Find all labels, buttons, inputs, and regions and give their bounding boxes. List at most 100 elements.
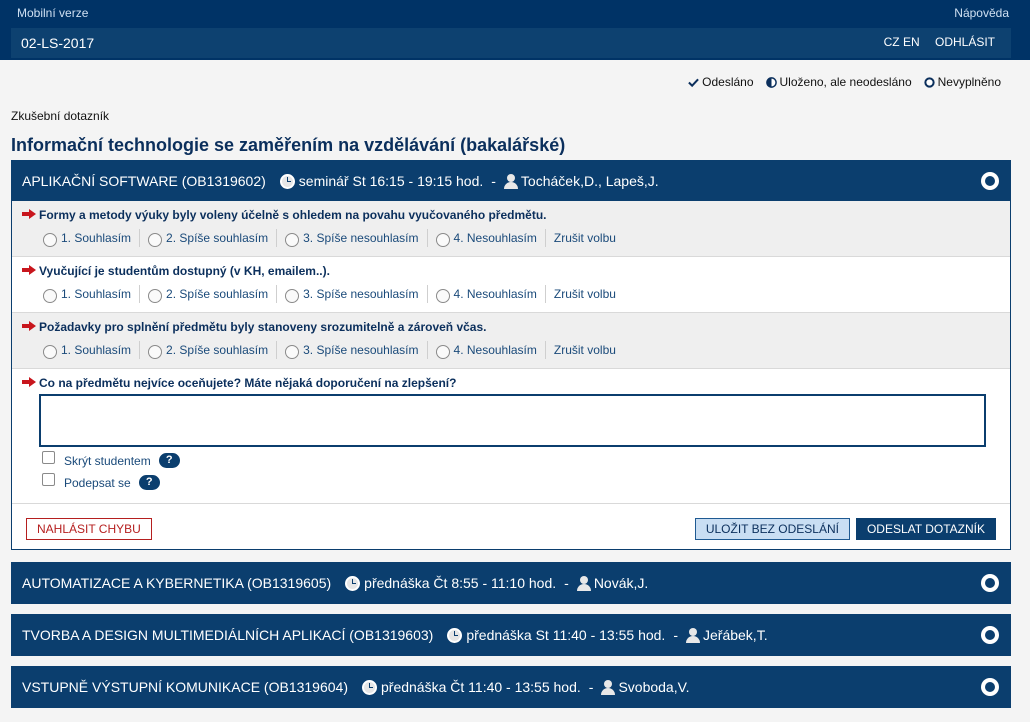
option-label: 3. Spíše nesouhlasím — [303, 343, 419, 357]
course-teachers: Svoboda,V. — [618, 679, 690, 695]
separator: - — [564, 575, 569, 591]
radio-button[interactable] — [43, 232, 57, 247]
course-card-4: VSTUPNĚ VÝSTUPNÍ KOMUNIKACE (OB1319604) … — [11, 666, 1011, 708]
option-label: 2. Spíše souhlasím — [166, 231, 269, 245]
person-icon — [601, 679, 616, 695]
hide-label: Skrýt studentem — [64, 453, 151, 468]
radio-button[interactable] — [285, 344, 300, 359]
answer-options: 1. Souhlasím 2. Spíše souhlasím 3. Spíše… — [43, 285, 632, 303]
radio-button[interactable] — [148, 344, 163, 359]
option-1[interactable]: 1. Souhlasím — [43, 285, 141, 303]
course-name: TVORBA A DESIGN MULTIMEDIÁLNÍCH APLIKACÍ… — [22, 627, 434, 643]
course-teachers: Tocháček,D., Lapeš,J. — [520, 173, 659, 189]
clock-icon — [447, 627, 463, 643]
course-header[interactable]: TVORBA A DESIGN MULTIMEDIÁLNÍCH APLIKACÍ… — [12, 615, 1010, 655]
form-actions: NAHLÁSIT CHYBU ULOŽIT BEZ ODESLÁNÍ ODESL… — [12, 504, 1010, 550]
option-3[interactable]: 3. Spíše nesouhlasím — [285, 285, 428, 303]
option-label: 2. Spíše souhlasím — [166, 343, 269, 357]
course-time: přednáška Čt 8:55 - 11:10 hod. — [364, 575, 557, 591]
status-empty-icon — [981, 626, 999, 644]
option-label: 1. Souhlasím — [61, 343, 132, 357]
option-label: 1. Souhlasím — [61, 231, 132, 245]
send-questionnaire-button[interactable]: ODESLAT DOTAZNÍK — [855, 518, 996, 540]
logout-link[interactable]: ODHLÁSIT — [935, 35, 995, 49]
option-2[interactable]: 2. Spíše souhlasím — [148, 285, 278, 303]
radio-button[interactable] — [43, 344, 57, 359]
radio-button[interactable] — [435, 232, 450, 247]
course-card-3: TVORBA A DESIGN MULTIMEDIÁLNÍCH APLIKACÍ… — [11, 614, 1011, 656]
legend-sent-label: Odesláno — [702, 75, 754, 89]
help-badge[interactable]: ? — [158, 453, 180, 468]
answer-options: 1. Souhlasím 2. Spíše souhlasím 3. Spíše… — [43, 341, 632, 359]
help-badge[interactable]: ? — [138, 475, 160, 490]
option-label: 3. Spíše nesouhlasím — [303, 287, 419, 301]
course-name: VSTUPNĚ VÝSTUPNÍ KOMUNIKACE (OB1319604) — [22, 679, 348, 695]
cancel-choice-link[interactable]: Zrušit volbu — [554, 229, 624, 247]
question-text: Co na předmětu nejvíce oceňujete? Máte n… — [39, 376, 457, 390]
top-bar: Mobilní verze Nápověda 02-LS-2017 CZ EN … — [0, 0, 1030, 60]
radio-button[interactable] — [435, 344, 450, 359]
cancel-choice-link[interactable]: Zrušit volbu — [554, 341, 624, 359]
option-4[interactable]: 4. Nesouhlasím — [435, 285, 546, 303]
half-circle-icon — [765, 76, 777, 88]
arrow-right-icon — [22, 321, 36, 331]
question-row: Formy a metody výuky byly voleny účelně … — [12, 201, 1010, 257]
separator: - — [673, 627, 678, 643]
separator: - — [588, 679, 594, 695]
option-3[interactable]: 3. Spíše nesouhlasím — [285, 229, 428, 247]
answer-options: 1. Souhlasím 2. Spíše souhlasím 3. Spíše… — [43, 229, 632, 247]
course-header[interactable]: AUTOMATIZACE A KYBERNETIKA (OB1319605) p… — [12, 563, 1010, 603]
course-name: APLIKAČNÍ SOFTWARE (OB1319602) — [22, 173, 266, 189]
sign-checkbox[interactable] — [42, 473, 55, 486]
option-4[interactable]: 4. Nesouhlasím — [435, 341, 546, 359]
check-icon — [688, 78, 699, 87]
radio-button[interactable] — [148, 232, 163, 247]
hide-checkbox-row: Skrýt studentem ? — [42, 451, 180, 468]
report-error-button[interactable]: NAHLÁSIT CHYBU — [26, 518, 152, 540]
radio-button[interactable] — [43, 288, 57, 303]
open-question-row: Co na předmětu nejvíce oceňujete? Máte n… — [12, 369, 1010, 504]
radio-button[interactable] — [148, 288, 163, 303]
option-label: 4. Nesouhlasím — [453, 287, 537, 301]
comment-textarea[interactable] — [39, 394, 986, 447]
sub-bar: 02-LS-2017 CZ EN ODHLÁSIT — [11, 28, 1011, 58]
course-time: přednáška Čt 11:40 - 13:55 hod. — [381, 679, 581, 695]
legend-saved: Uloženo, ale neodesláno — [765, 75, 912, 89]
radio-button[interactable] — [435, 288, 450, 303]
clock-icon — [345, 575, 361, 591]
clock-icon — [362, 679, 377, 695]
person-icon — [576, 575, 591, 591]
question-row: Požadavky pro splnění předmětu byly stan… — [12, 313, 1010, 369]
course-time: přednáška St 11:40 - 13:55 hod. — [466, 627, 666, 643]
option-1[interactable]: 1. Souhlasím — [43, 341, 141, 359]
legend-empty: Nevyplněno — [923, 75, 1001, 89]
radio-button[interactable] — [285, 288, 300, 303]
hide-checkbox[interactable] — [42, 451, 55, 464]
option-1[interactable]: 1. Souhlasím — [43, 229, 141, 247]
clock-icon — [279, 173, 295, 189]
option-2[interactable]: 2. Spíše souhlasím — [148, 341, 278, 359]
empty-circle-icon — [923, 76, 935, 88]
save-without-sending-button[interactable]: ULOŽIT BEZ ODESLÁNÍ — [694, 518, 850, 540]
course-card-2: AUTOMATIZACE A KYBERNETIKA (OB1319605) p… — [11, 562, 1011, 604]
course-header[interactable]: VSTUPNĚ VÝSTUPNÍ KOMUNIKACE (OB1319604) … — [12, 667, 1010, 707]
option-4[interactable]: 4. Nesouhlasím — [435, 229, 546, 247]
header-actions: CZ EN ODHLÁSIT — [884, 35, 995, 49]
radio-button[interactable] — [285, 232, 300, 247]
course-card-1: APLIKAČNÍ SOFTWARE (OB1319602) seminář S… — [11, 160, 1011, 550]
option-3[interactable]: 3. Spíše nesouhlasím — [285, 341, 428, 359]
option-label: 3. Spíše nesouhlasím — [303, 231, 419, 245]
course-name: AUTOMATIZACE A KYBERNETIKA (OB1319605) — [22, 575, 332, 591]
sign-label: Podepsat se — [64, 475, 131, 490]
mobile-version-link[interactable]: Mobilní verze — [17, 6, 88, 20]
cancel-choice-link[interactable]: Zrušit volbu — [554, 285, 624, 303]
help-link[interactable]: Nápověda — [954, 6, 1009, 20]
legend-sent: Odesláno — [688, 75, 754, 89]
language-switch[interactable]: CZ EN — [884, 35, 920, 49]
question-text: Požadavky pro splnění předmětu byly stan… — [39, 320, 487, 334]
question-row: Vyučující je studentům dostupný (v KH, e… — [12, 257, 1010, 313]
legend-empty-label: Nevyplněno — [937, 75, 1001, 89]
option-label: 4. Nesouhlasím — [453, 231, 537, 245]
course-header[interactable]: APLIKAČNÍ SOFTWARE (OB1319602) seminář S… — [12, 161, 1010, 201]
option-2[interactable]: 2. Spíše souhlasím — [148, 229, 278, 247]
